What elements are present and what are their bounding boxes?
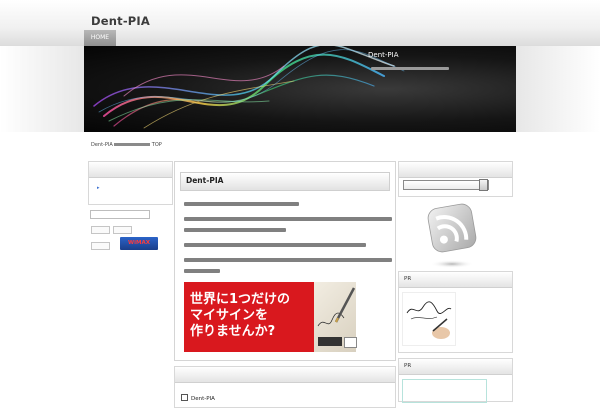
main-title-bar: Dent-PIA — [180, 172, 390, 191]
slider-track[interactable] — [403, 180, 489, 190]
handwritten-signature-icon — [406, 301, 452, 339]
sub-panel-title — [175, 367, 395, 383]
banner-line-3: 作りませんか? — [190, 324, 276, 339]
header-band: Dent-PIA HOME — [0, 0, 600, 47]
hero-description — [371, 66, 511, 72]
sub-content-panel: Dent-PIA — [174, 366, 396, 408]
sidebar-button-2[interactable] — [113, 226, 132, 234]
right-sidebar-panel-pr-1: PR — [398, 271, 513, 353]
wimax-ad-banner[interactable]: WiMAX — [120, 237, 158, 250]
breadcrumb: Dent-PIA TOP — [91, 142, 162, 148]
right-sidebar-panel-1 — [398, 161, 513, 197]
paragraph-line — [184, 258, 392, 262]
breadcrumb-site-link[interactable]: Dent-PIA — [91, 142, 113, 148]
right-panel-1-title — [399, 162, 512, 178]
left-panel-title — [89, 162, 172, 178]
nav-item-tab[interactable] — [124, 30, 164, 46]
rss-feed-icon[interactable] — [422, 198, 480, 270]
banner-red-area: 世界に1つだけの マイサインを 作りませんか? — [184, 282, 314, 352]
slider-handle[interactable] — [479, 179, 488, 191]
signature-ad-image[interactable] — [402, 292, 456, 346]
sub-panel-item-label: Dent-PIA — [191, 396, 215, 402]
paragraph-line — [184, 243, 366, 247]
sub-panel-item[interactable]: Dent-PIA — [181, 394, 215, 402]
right-panel-3-title: PR — [399, 359, 512, 375]
search-input[interactable] — [90, 210, 150, 219]
paragraph-line — [184, 217, 392, 221]
banner-search-button[interactable] — [344, 337, 357, 348]
hero-banner: Dent-PIA — [84, 46, 516, 132]
left-sidebar-panel: ▸ — [88, 161, 173, 205]
site-title[interactable]: Dent-PIA — [91, 14, 150, 28]
light-swirl-graphic — [93, 46, 405, 129]
paragraph-line — [184, 202, 299, 206]
paragraph-line — [184, 269, 220, 273]
main-content-panel: Dent-PIA 世界に1つだけの マイサインを 作りませんか? — [174, 161, 396, 361]
breadcrumb-text-placeholder — [113, 143, 150, 146]
wimax-ad-label: WiMAX — [128, 240, 150, 246]
my-sign-ad-banner[interactable]: 世界に1つだけの マイサインを 作りませんか? — [184, 282, 357, 352]
right-panel-2-title: PR — [399, 272, 512, 288]
breadcrumb-top-link[interactable]: TOP — [152, 142, 162, 148]
hero-side-right — [516, 46, 600, 132]
sidebar-button-3[interactable] — [91, 242, 110, 250]
nav-home-tab[interactable]: HOME — [84, 30, 116, 46]
banner-logo — [318, 337, 342, 346]
main-title: Dent-PIA — [186, 176, 224, 185]
paragraph-line — [184, 228, 286, 232]
hero-site-name: Dent-PIA — [368, 51, 399, 59]
arrow-right-icon: ▸ — [97, 185, 100, 191]
sidebar-button-1[interactable] — [91, 226, 110, 234]
right-sidebar-panel-pr-2: PR — [398, 358, 513, 403]
pr-ad-box[interactable] — [402, 379, 487, 403]
left-sidebar-link[interactable]: ▸ — [97, 185, 104, 191]
hero-side-left — [0, 46, 84, 132]
rss-icon — [427, 203, 477, 268]
